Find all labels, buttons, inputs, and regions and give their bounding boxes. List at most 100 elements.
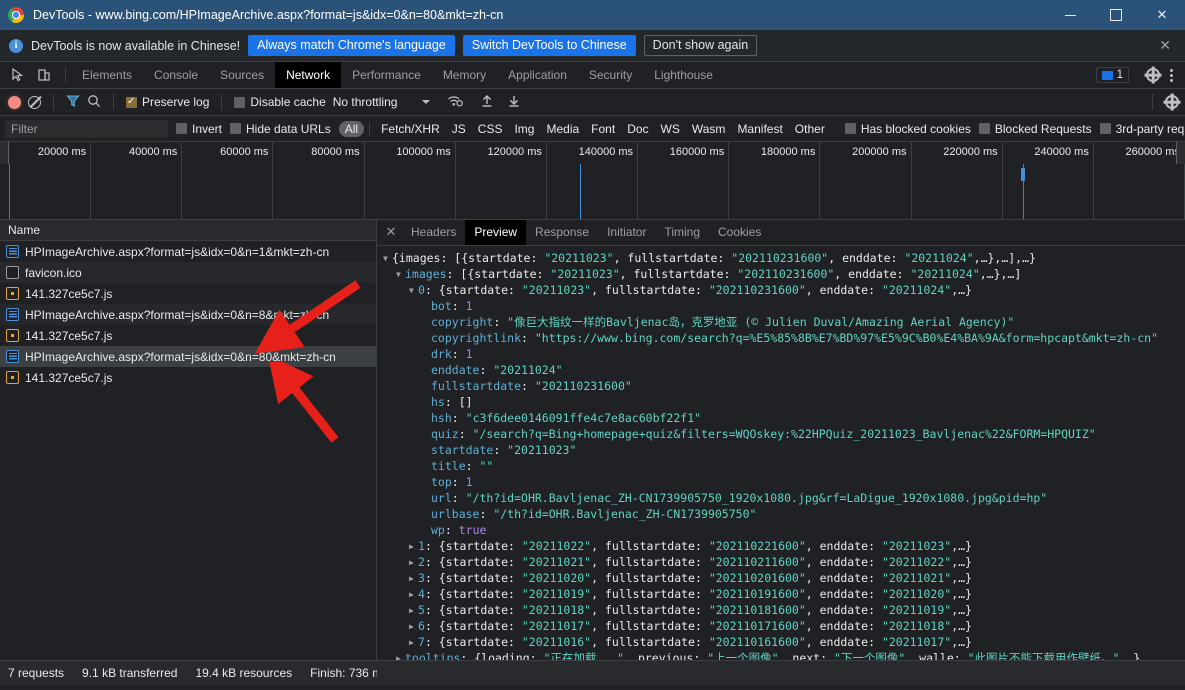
json-line[interactable]: hsh: "c3f6dee0146091ffe4c7e8ac60bf22f1" [383,410,1185,426]
network-settings-gear-icon[interactable] [1165,95,1179,109]
json-line[interactable]: wp: true [383,522,1185,538]
search-icon[interactable] [87,94,101,111]
dont-show-again-button[interactable]: Don't show again [643,35,758,56]
expand-triangle-right-icon[interactable]: ▶ [409,555,418,570]
filter-type-manifest[interactable]: Manifest [731,121,788,137]
console-message-badge[interactable]: 1 [1095,67,1129,83]
hide-data-urls-checkbox[interactable]: Hide data URLs [230,122,331,136]
detail-tab-initiator[interactable]: Initiator [598,220,655,245]
settings-gear-icon[interactable] [1146,68,1160,82]
expand-triangle-down-icon[interactable]: ▼ [383,251,392,266]
filter-type-all[interactable]: All [338,120,365,137]
tab-lighthouse[interactable]: Lighthouse [643,62,724,88]
invert-checkbox[interactable]: Invert [176,122,222,136]
json-line[interactable]: ▼ 0: {startdate: "20211023", fullstartdat… [383,282,1185,298]
json-line[interactable]: ▶ 3: {startdate: "20211020", fullstartdat… [383,570,1185,586]
network-conditions-icon[interactable] [447,94,464,111]
tab-network[interactable]: Network [275,62,342,88]
filter-type-fetch-xhr[interactable]: Fetch/XHR [375,121,446,137]
filter-type-doc[interactable]: Doc [621,121,654,137]
table-row[interactable]: 141.327ce5c7.js [0,325,376,346]
expand-triangle-right-icon[interactable]: ▶ [409,635,418,650]
disable-cache-checkbox[interactable]: Disable cache [234,95,326,109]
throttling-select-value[interactable]: No throttling [333,95,398,109]
request-rows[interactable]: HPImageArchive.aspx?format=js&idx=0&n=1&… [0,241,376,660]
json-line[interactable]: drk: 1 [383,346,1185,362]
table-row[interactable]: 141.327ce5c7.js [0,283,376,304]
json-line[interactable]: enddate: "20211024" [383,362,1185,378]
filter-type-js[interactable]: JS [446,121,472,137]
device-toolbar-icon[interactable] [32,63,56,87]
throttling-chevron-down-icon[interactable] [422,100,431,104]
filter-type-wasm[interactable]: Wasm [686,121,732,137]
expand-triangle-right-icon[interactable]: ▶ [409,587,418,602]
detail-tab-headers[interactable]: Headers [402,220,465,245]
detail-tab-preview[interactable]: Preview [465,220,527,245]
tab-security[interactable]: Security [578,62,643,88]
json-line[interactable]: copyright: "像巨大指纹一样的Bavljenac岛，克罗地亚 (© J… [383,314,1185,330]
table-row[interactable]: HPImageArchive.aspx?format=js&idx=0&n=80… [0,346,376,367]
json-preview-tree[interactable]: ▼ {images: [{startdate: "20211023", fulls… [377,246,1185,660]
close-detail-pane-icon[interactable]: ✕ [380,220,402,245]
detail-tab-response[interactable]: Response [526,220,598,245]
json-line[interactable]: url: "/th?id=OHR.Bavljenac_ZH-CN17399057… [383,490,1185,506]
preserve-log-checkbox[interactable]: Preserve log [126,95,209,109]
json-line[interactable]: ▼ {images: [{startdate: "20211023", fulls… [383,250,1185,266]
clear-network-log-icon[interactable] [28,95,41,109]
expand-triangle-right-icon[interactable]: ▶ [409,619,418,634]
json-line[interactable]: ▶ tooltips: {loading: "正在加载...", previous… [383,650,1185,660]
json-line[interactable]: title: "" [383,458,1185,474]
detail-tab-timing[interactable]: Timing [655,220,709,245]
filter-type-other[interactable]: Other [789,121,831,137]
json-line[interactable]: hs: [] [383,394,1185,410]
json-line[interactable]: ▶ 5: {startdate: "20211018", fullstartdat… [383,602,1185,618]
network-overview-timeline[interactable]: 20000 ms 40000 ms 60000 ms 80000 ms 100000 m… [0,142,1185,220]
json-line[interactable]: bot: 1 [383,298,1185,314]
always-match-language-button[interactable]: Always match Chrome's language [248,35,455,56]
tab-elements[interactable]: Elements [71,62,143,88]
filter-funnel-icon[interactable] [66,94,80,111]
filter-type-ws[interactable]: WS [655,121,686,137]
filter-type-media[interactable]: Media [540,121,585,137]
json-line[interactable]: fullstartdate: "202110231600" [383,378,1185,394]
tab-memory[interactable]: Memory [432,62,497,88]
json-line[interactable]: copyrightlink: "https://www.bing.com/sea… [383,330,1185,346]
expand-triangle-down-icon[interactable]: ▼ [396,267,405,282]
maximize-button[interactable] [1093,0,1139,30]
more-options-icon[interactable] [1163,68,1179,82]
inspect-element-icon[interactable] [6,63,30,87]
detail-tab-cookies[interactable]: Cookies [709,220,770,245]
json-line[interactable]: ▶ 2: {startdate: "20211021", fullstartdat… [383,554,1185,570]
has-blocked-cookies-checkbox[interactable]: Has blocked cookies [844,122,971,136]
minimize-button[interactable] [1047,0,1093,30]
overview-left-handle[interactable] [0,142,9,164]
third-party-requests-checkbox[interactable]: 3rd-party requests [1099,122,1185,136]
overview-right-handle[interactable] [1176,142,1185,164]
expand-triangle-right-icon[interactable]: ▶ [409,539,418,554]
table-row[interactable]: favicon.ico [0,262,376,283]
json-line[interactable]: ▶ 1: {startdate: "20211022", fullstartdat… [383,538,1185,554]
json-line[interactable]: ▶ 4: {startdate: "20211019", fullstartdat… [383,586,1185,602]
filter-input[interactable] [5,119,168,138]
json-line[interactable]: ▼ images: [{startdate: "20211023", fullst… [383,266,1185,282]
tab-console[interactable]: Console [143,62,209,88]
tab-application[interactable]: Application [497,62,578,88]
tab-sources[interactable]: Sources [209,62,275,88]
import-har-icon[interactable] [480,94,494,111]
json-line[interactable]: ▶ 6: {startdate: "20211017", fullstartdat… [383,618,1185,634]
expand-triangle-right-icon[interactable]: ▶ [409,571,418,586]
table-row[interactable]: 141.327ce5c7.js [0,367,376,388]
filter-type-font[interactable]: Font [585,121,621,137]
switch-to-chinese-button[interactable]: Switch DevTools to Chinese [462,35,636,56]
table-row[interactable]: HPImageArchive.aspx?format=js&idx=0&n=8&… [0,304,376,325]
blocked-requests-checkbox[interactable]: Blocked Requests [978,122,1092,136]
filter-type-img[interactable]: Img [508,121,540,137]
close-notification-icon[interactable]: ✕ [1151,37,1179,54]
table-row[interactable]: HPImageArchive.aspx?format=js&idx=0&n=1&… [0,241,376,262]
expand-triangle-right-icon[interactable]: ▶ [409,603,418,618]
json-line[interactable]: urlbase: "/th?id=OHR.Bavljenac_ZH-CN1739… [383,506,1185,522]
record-button-icon[interactable] [8,95,21,109]
json-line[interactable]: ▶ 7: {startdate: "20211016", fullstartdat… [383,634,1185,650]
expand-triangle-down-icon[interactable]: ▼ [409,283,418,298]
filter-type-css[interactable]: CSS [472,121,509,137]
